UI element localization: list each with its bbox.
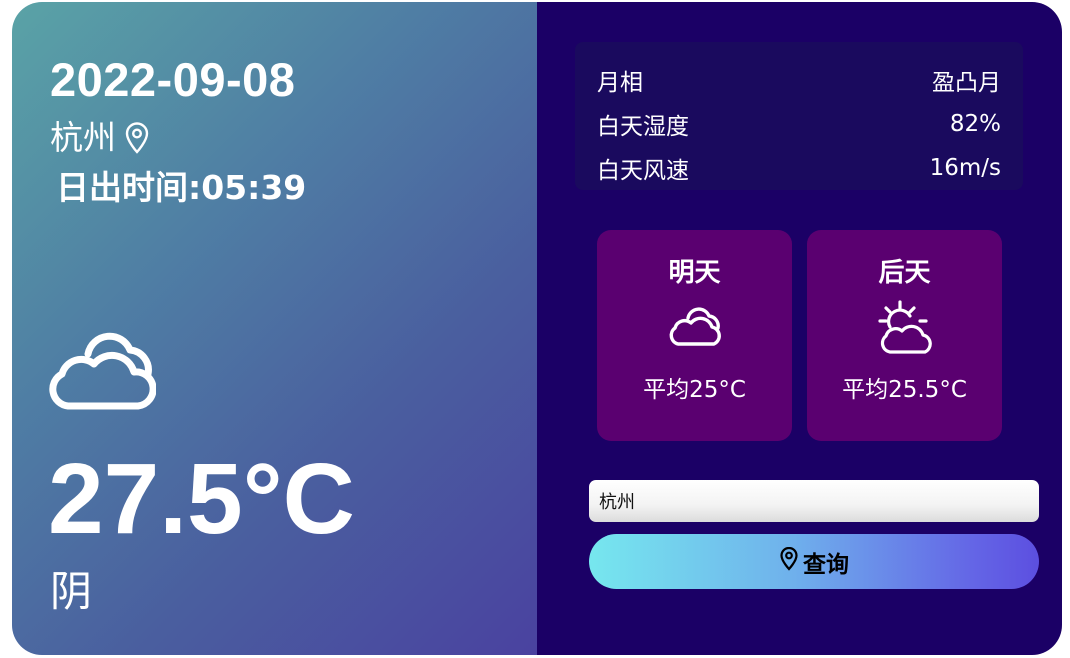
weather-condition: 阴 [50,567,93,616]
detail-label: 月相 [597,70,643,96]
details-box: 月相 盈凸月 白天湿度 82% 白天风速 16m/s [575,42,1023,190]
detail-row-wind-speed: 白天风速 16m/s [597,148,1001,188]
detail-label: 白天风速 [597,158,689,184]
detail-row-humidity: 白天湿度 82% [597,104,1001,144]
query-button[interactable]: 查询 [589,534,1039,589]
location-pin-icon [124,122,150,154]
city-search-input[interactable] [589,480,1039,522]
weather-card: 2022-09-08 杭州 日出时间:05:39 27.5°C 阴 月相 盈凸月 [12,2,1062,655]
city-name: 杭州 [50,118,116,157]
forecast-day: 明天 [668,258,721,288]
forecast-average-temperature: 平均25°C [643,377,746,403]
detail-value: 82% [949,111,1001,137]
location: 杭州 [50,116,150,160]
sunrise-time: 日出时间:05:39 [56,168,307,207]
detail-label: 白天湿度 [597,114,689,140]
detail-value: 16m/s [929,155,1001,181]
cloud-icon [48,320,157,416]
detail-value: 盈凸月 [932,70,1001,96]
sun-behind-cloud-icon [807,300,1002,354]
location-pin-icon [779,546,799,577]
current-temperature: 27.5°C [48,443,355,555]
date: 2022-09-08 [50,53,296,106]
cloud-icon [597,300,792,348]
forecast-card-day-after: 后天 平均25.5°C [807,230,1002,441]
forecast-day: 后天 [878,258,931,288]
details-panel: 月相 盈凸月 白天湿度 82% 白天风速 16m/s 明天 平均25°C 后天 … [537,2,1062,655]
forecast-card-tomorrow: 明天 平均25°C [597,230,792,441]
detail-row-moon-phase: 月相 盈凸月 [597,60,1001,100]
current-weather-panel: 2022-09-08 杭州 日出时间:05:39 27.5°C 阴 [12,2,537,655]
query-button-label: 查询 [803,551,849,578]
forecast-average-temperature: 平均25.5°C [842,377,967,403]
